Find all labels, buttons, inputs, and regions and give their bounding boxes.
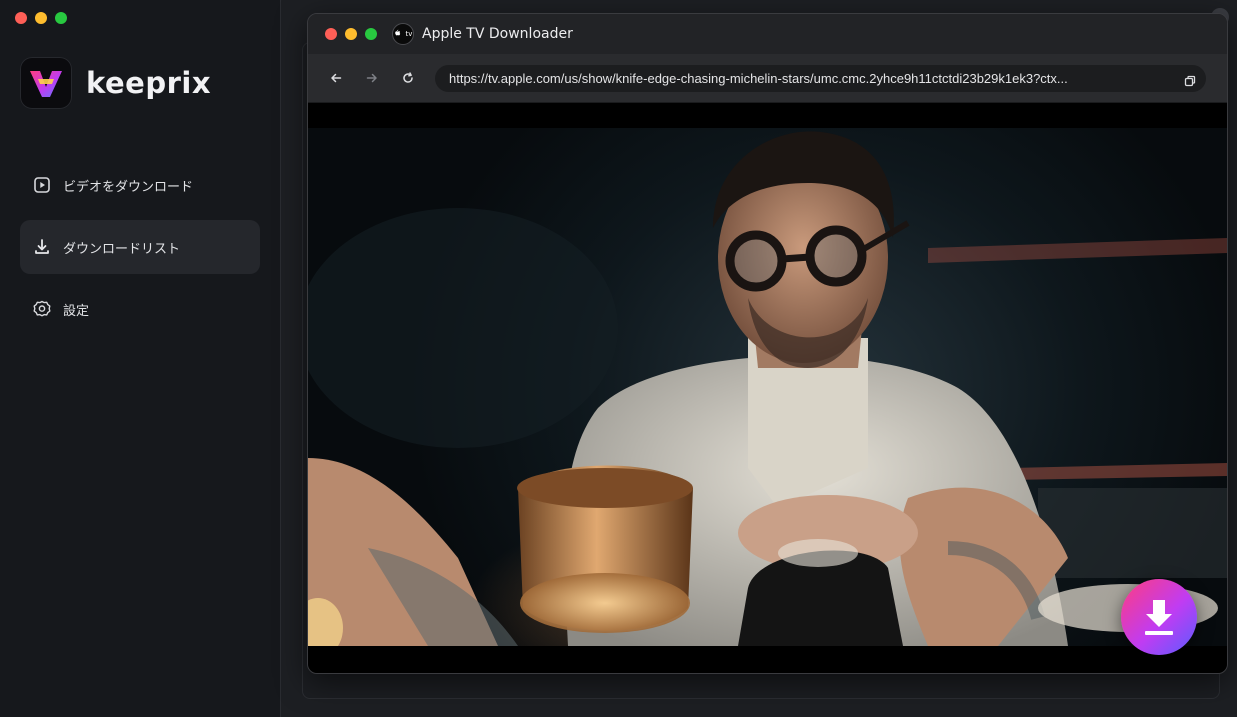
browser-zoom-button[interactable]	[365, 28, 377, 40]
brand: keeprix	[20, 57, 211, 109]
back-arrow-icon	[331, 73, 342, 83]
browser-minimize-button[interactable]	[345, 28, 357, 40]
copy-icon	[1184, 75, 1196, 87]
close-window-button[interactable]	[15, 12, 27, 24]
video-frame[interactable]	[308, 128, 1227, 646]
video-player-area[interactable]	[308, 103, 1227, 673]
browser-window-controls	[325, 28, 377, 40]
browser-toolbar: https://tv.apple.com/us/show/knife-edge-…	[308, 54, 1227, 103]
download-video-button[interactable]	[1121, 579, 1197, 655]
sidebar-item-label: ビデオをダウンロード	[63, 179, 194, 195]
url-text[interactable]: https://tv.apple.com/us/show/knife-edge-…	[449, 71, 1159, 86]
browser-title-text: Apple TV Downloader	[422, 26, 573, 42]
copy-url-button[interactable]	[1184, 72, 1196, 91]
browser-titlebar: tv Apple TV Downloader	[308, 14, 1227, 54]
reload-icon	[403, 72, 413, 83]
video-still-chef-cooking	[308, 131, 1227, 646]
sidebar-item-download-list[interactable]: ダウンロードリスト	[20, 220, 260, 274]
forward-button[interactable]	[362, 68, 382, 88]
url-bar[interactable]: https://tv.apple.com/us/show/knife-edge-…	[435, 65, 1206, 92]
apple-tv-icon: tv	[392, 23, 414, 45]
sidebar-item-settings[interactable]: 設定	[20, 282, 260, 336]
back-button[interactable]	[326, 68, 346, 88]
reload-button[interactable]	[398, 68, 418, 88]
download-arrow-icon	[1145, 600, 1173, 635]
keeprix-logo-icon	[20, 57, 72, 109]
sidebar-nav: ビデオをダウンロード ダウンロードリスト 設定	[20, 158, 260, 344]
app-sidebar: keeprix ビデオをダウンロード ダウンロードリスト 設定	[0, 0, 281, 717]
sidebar-item-label: ダウンロードリスト	[63, 241, 181, 257]
minimize-window-button[interactable]	[35, 12, 47, 24]
download-icon	[35, 239, 49, 254]
window-controls	[15, 12, 67, 24]
sidebar-item-label: 設定	[63, 303, 90, 319]
zoom-window-button[interactable]	[55, 12, 67, 24]
brand-name: keeprix	[86, 66, 212, 100]
tv-badge-text: tv	[405, 30, 413, 38]
browser-close-button[interactable]	[325, 28, 337, 40]
play-square-icon	[34, 177, 50, 193]
gear-icon	[33, 300, 51, 317]
forward-arrow-icon	[366, 73, 377, 83]
sidebar-item-download-video[interactable]: ビデオをダウンロード	[20, 158, 260, 212]
apple-tv-browser-window: tv Apple TV Downloader https://tv.apple.…	[307, 13, 1228, 674]
browser-title: tv Apple TV Downloader	[392, 23, 573, 45]
